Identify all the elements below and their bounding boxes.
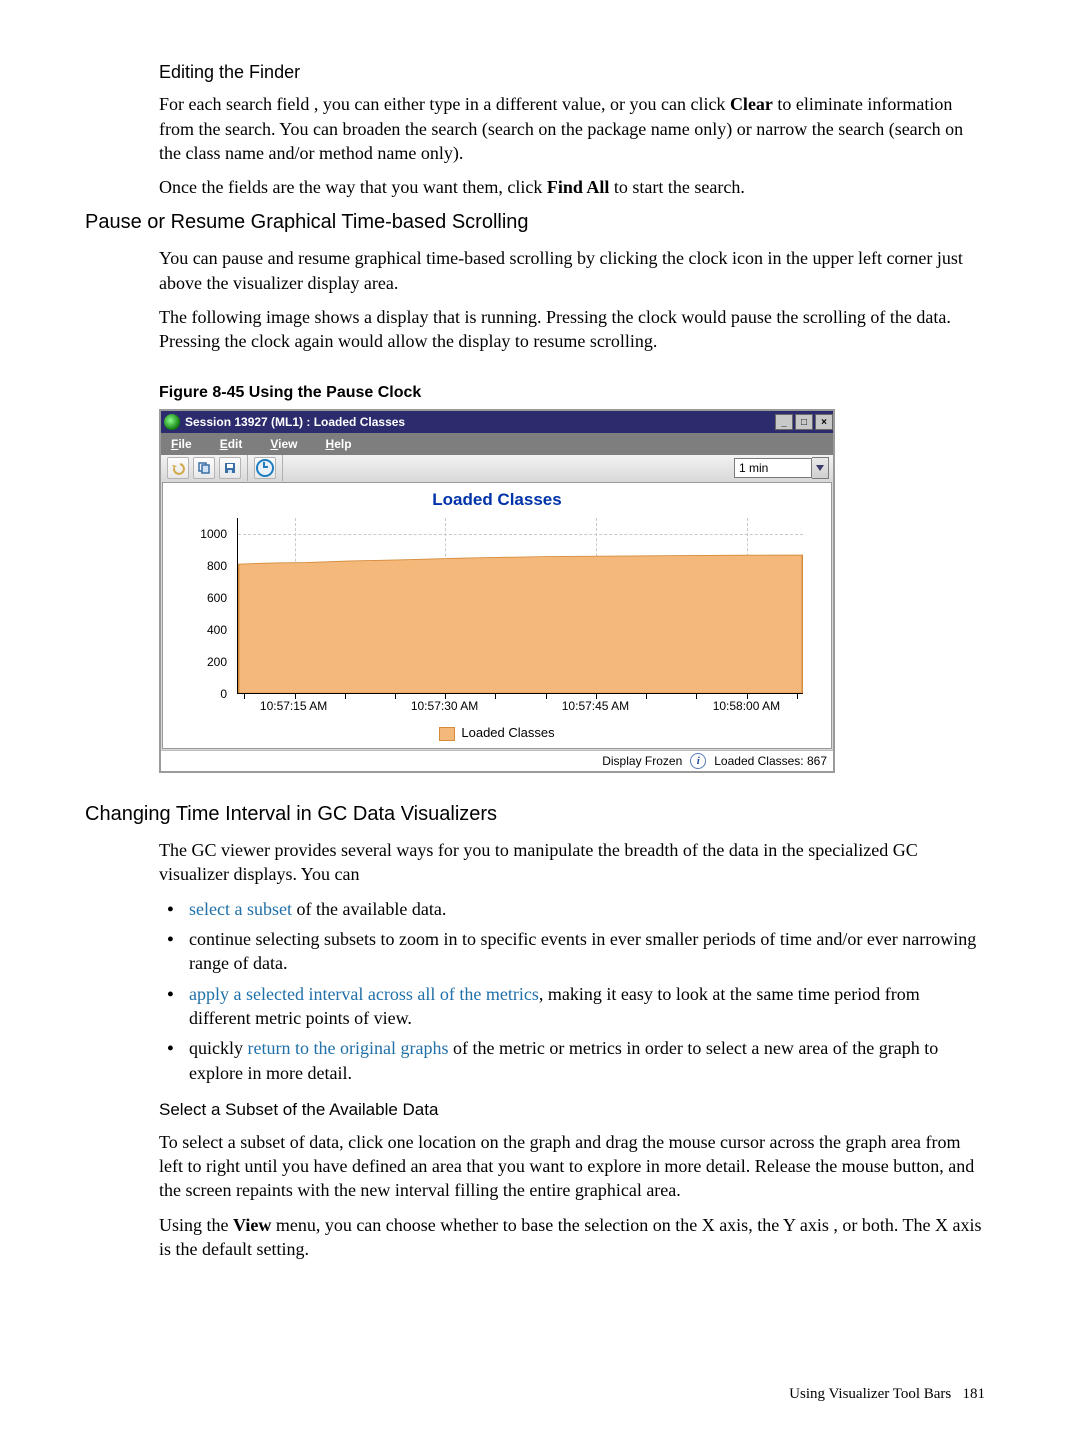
chart-panel: Loaded Classes 02004006008001000 10:57:1… [162, 482, 832, 748]
menu-help[interactable]: Help [326, 436, 352, 452]
toolbar-save-button[interactable] [219, 457, 241, 479]
list-item: quickly return to the original graphs of… [187, 1036, 985, 1085]
toolbar: 1 min [161, 455, 833, 481]
para-select-subset: To select a subset of data, click one lo… [159, 1130, 985, 1203]
status-loaded-count: Loaded Classes: 867 [714, 753, 827, 769]
para-gc-intro: The GC viewer provides several ways for … [159, 838, 985, 887]
chart-legend: Loaded Classes [163, 724, 831, 748]
menu-edit[interactable]: Edit [220, 436, 243, 452]
clock-icon [256, 459, 274, 477]
info-icon: i [690, 753, 706, 769]
app-icon [164, 414, 180, 430]
legend-label: Loaded Classes [461, 725, 554, 740]
menu-view[interactable]: View [270, 436, 297, 452]
findall-label: Find All [547, 177, 610, 197]
list-item: apply a selected interval across all of … [187, 982, 985, 1031]
copy-icon [197, 461, 211, 475]
text: quickly [189, 1038, 248, 1058]
footer-section: Using Visualizer Tool Bars [789, 1386, 951, 1402]
status-frozen: Display Frozen [602, 753, 682, 769]
list-item: continue selecting subsets to zoom in to… [187, 927, 985, 976]
toolbar-back-button[interactable] [167, 457, 189, 479]
window-minimize-button[interactable]: _ [775, 414, 793, 430]
window-title: Session 13927 (ML1) : Loaded Classes [185, 414, 773, 430]
chart-title: Loaded Classes [163, 483, 831, 514]
link-apply-interval[interactable]: apply a selected interval across all of … [189, 984, 539, 1004]
status-bar: Display Frozen i Loaded Classes: 867 [161, 750, 833, 771]
heading-pause-resume: Pause or Resume Graphical Time-based Scr… [85, 209, 985, 236]
chart-area[interactable]: 02004006008001000 10:57:15 AM10:57:30 AM… [193, 514, 813, 724]
figure-caption: Figure 8-45 Using the Pause Clock [159, 382, 985, 404]
visualizer-window: Session 13927 (ML1) : Loaded Classes _ □… [159, 409, 835, 773]
pause-clock-button[interactable] [254, 457, 276, 479]
menubar: File Edit View Help [161, 433, 833, 455]
gc-options-list: select a subset of the available data. c… [159, 897, 985, 1085]
heading-select-subset: Select a Subset of the Available Data [159, 1099, 985, 1122]
link-return-original[interactable]: return to the original graphs [248, 1038, 449, 1058]
window-close-button[interactable]: × [815, 414, 833, 430]
time-interval-selector[interactable]: 1 min [734, 458, 829, 478]
text: to start the search. [609, 177, 744, 197]
time-interval-value[interactable]: 1 min [734, 458, 812, 478]
list-item: select a subset of the available data. [187, 897, 985, 921]
window-maximize-button[interactable]: □ [795, 414, 813, 430]
view-label: View [233, 1215, 271, 1235]
x-axis-labels: 10:57:15 AM10:57:30 AM10:57:45 AM10:58:0… [237, 698, 803, 718]
para-find-all: Once the fields are the way that you wan… [159, 175, 985, 199]
heading-changing-interval: Changing Time Interval in GC Data Visual… [85, 801, 985, 828]
save-icon [223, 461, 237, 475]
text: of the available data. [292, 899, 446, 919]
text: Using the [159, 1215, 233, 1235]
text: Once the fields are the way that you wan… [159, 177, 547, 197]
heading-editing-finder: Editing the Finder [159, 60, 985, 84]
page-footer: Using Visualizer Tool Bars 181 [789, 1384, 985, 1404]
chevron-down-icon [816, 465, 824, 471]
menu-file[interactable]: File [171, 436, 192, 452]
plot-canvas[interactable] [237, 518, 803, 694]
time-interval-dropdown-button[interactable] [812, 457, 829, 479]
para-view-menu: Using the View menu, you can choose whet… [159, 1213, 985, 1262]
para-search-fields: For each search field , you can either t… [159, 92, 985, 165]
text: For each search field , you can either t… [159, 94, 730, 114]
undo-icon [171, 461, 185, 475]
para-pause-desc-2: The following image shows a display that… [159, 305, 985, 354]
footer-page-number: 181 [963, 1386, 986, 1402]
legend-color-chip [439, 727, 455, 741]
window-titlebar[interactable]: Session 13927 (ML1) : Loaded Classes _ □… [161, 411, 833, 433]
y-axis-labels: 02004006008001000 [187, 514, 233, 724]
para-pause-desc-1: You can pause and resume graphical time-… [159, 246, 985, 295]
clear-label: Clear [730, 94, 773, 114]
link-select-subset[interactable]: select a subset [189, 899, 292, 919]
text: menu, you can choose whether to base the… [159, 1215, 981, 1259]
toolbar-copy-button[interactable] [193, 457, 215, 479]
